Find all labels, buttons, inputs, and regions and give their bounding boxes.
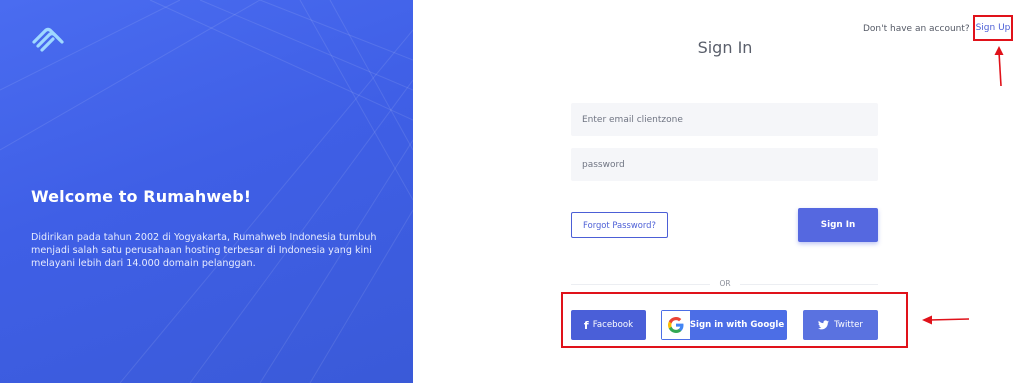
page-title: Sign In [697,38,753,57]
company-description: Didirikan pada tahun 2002 di Yogyakarta,… [31,232,377,269]
facebook-icon: f [583,318,589,332]
google-signin-button[interactable]: Sign in with Google [661,310,787,340]
twitter-button[interactable]: Twitter [803,310,878,340]
facebook-button[interactable]: f Facebook [571,310,646,340]
signup-link[interactable]: Sign Up [973,15,1013,41]
twitter-label: Twitter [834,320,863,330]
google-icon [662,311,690,339]
facebook-label: Facebook [592,320,634,330]
brand-panel: Welcome to Rumahweb! Didirikan pada tahu… [0,0,413,383]
signin-button[interactable]: Sign In [798,208,878,242]
password-field[interactable] [571,148,878,181]
welcome-title: Welcome to Rumahweb! [31,187,252,206]
annotation-arrow-up-icon [994,46,1004,87]
account-question: Don't have an account? [863,24,970,34]
annotation-arrow-left-icon [922,315,970,325]
email-field[interactable] [571,103,878,136]
twitter-icon [818,320,830,330]
or-label: OR [710,279,740,288]
google-label: Sign in with Google [689,320,785,330]
forgot-password-button[interactable]: Forgot Password? [571,212,668,238]
rumahweb-logo-icon[interactable] [30,26,68,54]
signin-page: Welcome to Rumahweb! Didirikan pada tahu… [0,0,1024,383]
